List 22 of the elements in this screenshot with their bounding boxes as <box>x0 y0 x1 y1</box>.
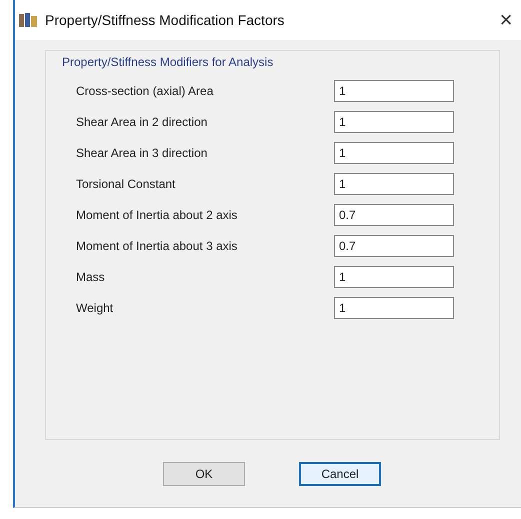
field-label: Moment of Inertia about 3 axis <box>76 238 238 252</box>
group-title: Property/Stiffness Modifiers for Analysis <box>62 55 274 69</box>
field-label: Mass <box>76 270 106 284</box>
cancel-button[interactable]: Cancel <box>299 462 381 486</box>
app-icon <box>19 12 39 28</box>
close-button[interactable]: × <box>491 7 521 33</box>
input-field[interactable]: 0.7 <box>334 234 454 256</box>
input-field[interactable]: 1 <box>334 142 454 164</box>
field-label: Shear Area in 2 direction <box>76 114 208 128</box>
input-field[interactable]: 1 <box>334 296 454 318</box>
field-label: Cross-section (axial) Area <box>76 84 214 98</box>
input-field[interactable]: 1 <box>334 172 454 194</box>
input-field[interactable]: 1 <box>334 110 454 132</box>
input-field[interactable]: 0.7 <box>334 204 454 226</box>
field-label: Shear Area in 3 direction <box>76 146 208 160</box>
field-label: Weight <box>76 300 114 314</box>
input-field[interactable]: 1 <box>334 266 454 288</box>
field-label: Moment of Inertia about 2 axis <box>76 208 238 222</box>
window-title: Property/Stiffness Modification Factors <box>45 12 286 28</box>
input-field[interactable]: 1 <box>334 80 454 102</box>
field-label: Torsional Constant <box>76 176 176 190</box>
ok-button[interactable]: OK <box>163 462 245 486</box>
